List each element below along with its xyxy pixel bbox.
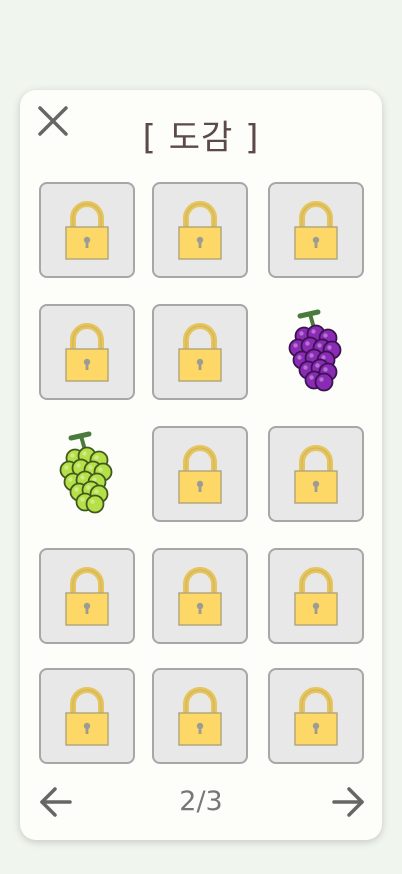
lock-icon bbox=[65, 567, 109, 626]
locked-slot[interactable] bbox=[39, 668, 135, 764]
next-page-button[interactable] bbox=[328, 782, 368, 822]
green-grape-icon bbox=[59, 431, 113, 514]
locked-slot[interactable] bbox=[268, 668, 364, 764]
lock-icon bbox=[65, 687, 109, 746]
collection-panel: [ 도감 ] 2/3 bbox=[20, 90, 382, 840]
locked-slot[interactable] bbox=[39, 548, 135, 644]
green-grape-slot[interactable] bbox=[39, 426, 135, 522]
locked-slot[interactable] bbox=[39, 182, 135, 278]
locked-slot[interactable] bbox=[268, 182, 364, 278]
page-title: [ 도감 ] bbox=[142, 118, 260, 158]
lock-icon bbox=[178, 687, 222, 746]
lock-icon bbox=[294, 687, 338, 746]
lock-icon bbox=[294, 567, 338, 626]
locked-slot[interactable] bbox=[152, 182, 248, 278]
locked-slot[interactable] bbox=[268, 548, 364, 644]
lock-icon bbox=[178, 201, 222, 260]
locked-slot[interactable] bbox=[39, 304, 135, 400]
lock-icon bbox=[65, 201, 109, 260]
locked-slot[interactable] bbox=[152, 668, 248, 764]
pagination: 2/3 bbox=[20, 782, 382, 822]
arrow-right-icon bbox=[332, 787, 364, 817]
lock-icon bbox=[294, 445, 338, 504]
locked-slot[interactable] bbox=[152, 304, 248, 400]
locked-slot[interactable] bbox=[268, 426, 364, 522]
locked-slot[interactable] bbox=[152, 426, 248, 522]
lock-icon bbox=[178, 567, 222, 626]
lock-icon bbox=[178, 323, 222, 382]
purple-grape-icon bbox=[288, 309, 342, 392]
purple-grape-slot[interactable] bbox=[268, 304, 364, 400]
lock-icon bbox=[294, 201, 338, 260]
lock-icon bbox=[65, 323, 109, 382]
lock-icon bbox=[178, 445, 222, 504]
locked-slot[interactable] bbox=[152, 548, 248, 644]
